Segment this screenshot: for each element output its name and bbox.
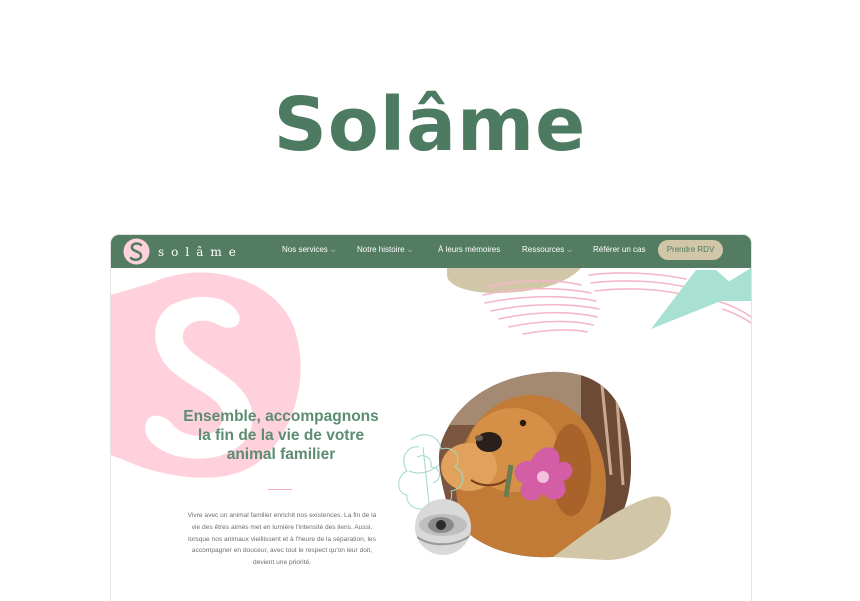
site-logo[interactable]: solâme <box>123 238 243 265</box>
hero-paragraph: Vivre avec un animal familier enrichit n… <box>187 512 377 567</box>
brand-title: Solâme <box>273 82 587 168</box>
nav-item-notre-histoire[interactable]: Notre histoire ⌵ <box>357 245 412 255</box>
nav-item-label: Référer un cas <box>593 245 646 254</box>
nav-item-label: À leurs mémoires <box>438 245 501 254</box>
nav-item-ressources[interactable]: Ressources ⌵ <box>522 245 572 255</box>
nav-item-nos-services[interactable]: Nos services ⌵ <box>282 245 335 255</box>
logo-wordmark: solâme <box>158 244 243 259</box>
nav-item-referer-un-cas[interactable]: Référer un cas <box>593 245 645 254</box>
site-navbar: solâme Nos services ⌵ Notre histoire ⌵ À l… <box>111 235 751 268</box>
prendre-rdv-button[interactable]: Prendre RDV <box>658 240 723 260</box>
website-screenshot: solâme Nos services ⌵ Notre histoire ⌵ À l… <box>110 234 752 601</box>
chevron-down-icon: ⌵ <box>407 248 413 254</box>
nav-item-label: Ressources <box>522 245 565 254</box>
heading-divider <box>268 489 292 490</box>
nav-item-a-leurs-memoires[interactable]: À leurs mémoires <box>438 245 500 254</box>
s-monogram-icon <box>123 238 150 265</box>
hero-heading: Ensemble, accompagnons la fin de la vie … <box>183 408 379 463</box>
chevron-down-icon: ⌵ <box>330 248 336 254</box>
chevron-down-icon: ⌵ <box>567 248 572 254</box>
nav-item-label: Notre histoire <box>357 245 405 254</box>
nav-item-label: Nos services <box>282 245 328 254</box>
